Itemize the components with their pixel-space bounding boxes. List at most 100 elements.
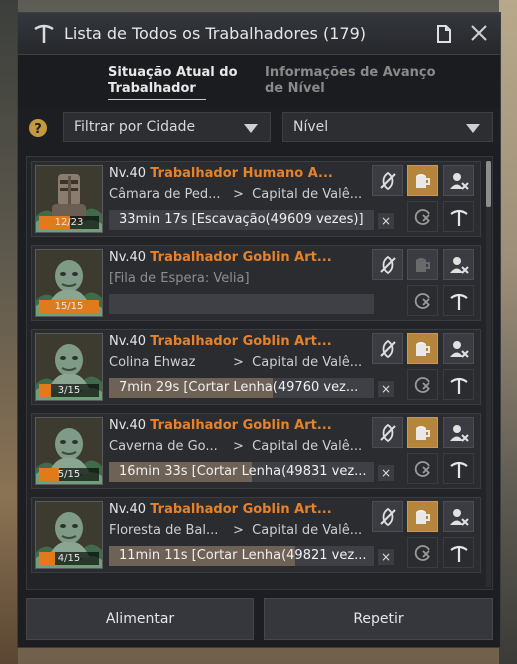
cancel-task-button[interactable]: ×: [378, 465, 394, 481]
route-destination-name: Capital de Valê...: [252, 187, 363, 202]
work-button[interactable]: [443, 453, 474, 484]
pickaxe-icon: [450, 377, 468, 394]
fire-worker-button[interactable]: [443, 333, 474, 364]
feed-button[interactable]: Alimentar: [26, 598, 254, 640]
route-arrow: >: [233, 187, 244, 202]
worker-row[interactable]: 12/23 Nv.40 Trabalhador Humano A... Câma…: [31, 161, 481, 237]
repeat-task-button[interactable]: [407, 369, 438, 400]
route-destination-name: Capital de Valê...: [252, 523, 363, 538]
feed-worker-button[interactable]: [407, 249, 438, 280]
cancel-task-button[interactable]: ×: [378, 381, 394, 397]
task-progress-bar: 33min 17s [Escavação(49609 vezes)]: [109, 210, 374, 230]
help-icon[interactable]: ?: [28, 118, 48, 138]
rest-button[interactable]: [372, 417, 403, 448]
title-bar[interactable]: Lista de Todos os Trabalhadores (179): [18, 13, 500, 55]
stamina-text: 3/15: [57, 385, 81, 396]
repeat-task-button[interactable]: [407, 537, 438, 568]
worker-level: Nv.40: [109, 502, 151, 517]
worker-portrait: 3/15: [35, 333, 103, 401]
work-button[interactable]: [443, 285, 474, 316]
worker-row[interactable]: 3/15 Nv.40 Trabalhador Goblin Art... Col…: [31, 329, 481, 405]
document-icon[interactable]: [434, 24, 454, 44]
stamina-bar-fill: [39, 468, 59, 481]
cancel-task-button[interactable]: ×: [378, 213, 394, 229]
pickaxe-icon: [34, 24, 54, 43]
repeat-button[interactable]: Repetir: [264, 598, 493, 640]
worker-row[interactable]: 4/15 Nv.40 Trabalhador Goblin Art... Flo…: [31, 497, 481, 573]
active-tab-underline: [108, 99, 206, 100]
leaf-off-icon: [380, 339, 396, 359]
beer-mug-icon: [416, 258, 430, 272]
route-destination: [233, 271, 241, 286]
scrollbar[interactable]: [486, 161, 491, 587]
route-destination: > Capital de Valê...: [233, 439, 362, 454]
svg-text:?: ?: [34, 122, 42, 137]
work-button[interactable]: [443, 369, 474, 400]
feed-worker-button[interactable]: [407, 417, 438, 448]
route-arrow: >: [233, 523, 244, 538]
feed-worker-button[interactable]: [407, 501, 438, 532]
stamina-bar-fill: [39, 552, 55, 565]
route-origin: Floresta de Bal...: [109, 523, 219, 538]
scrollbar-thumb[interactable]: [486, 161, 491, 207]
fire-worker-button[interactable]: [443, 417, 474, 448]
stamina-text: 12/23: [54, 217, 84, 228]
leaf-off-icon: [380, 507, 396, 527]
remove-user-icon: [450, 509, 469, 526]
worker-route: Floresta de Bal... > Capital de Valê...: [109, 523, 362, 538]
feed-worker-button[interactable]: [407, 333, 438, 364]
leaf-off-icon: [380, 423, 396, 443]
route-arrow: >: [233, 439, 244, 454]
worker-portrait: 5/15: [35, 417, 103, 485]
fire-worker-button[interactable]: [443, 501, 474, 532]
tab-current-status[interactable]: Situação Atual do Trabalhador: [108, 65, 248, 100]
remove-user-icon: [450, 173, 469, 190]
route-origin: Câmara de Ped...: [109, 187, 221, 202]
pickaxe-icon: [450, 209, 468, 226]
rest-button[interactable]: [372, 501, 403, 532]
close-icon[interactable]: [469, 23, 489, 43]
task-text: 11min 11s [Cortar Lenha(49821 vez...: [119, 548, 367, 563]
worker-list[interactable]: 12/23 Nv.40 Trabalhador Humano A... Câma…: [26, 156, 493, 590]
tab-level-progress[interactable]: Informações de Avanço de Nível: [265, 65, 455, 97]
tab-current-status-label: Situação Atual do Trabalhador: [108, 65, 238, 96]
tab-level-progress-label: Informações de Avanço de Nível: [265, 65, 436, 96]
repeat-task-button[interactable]: [407, 453, 438, 484]
route-destination: > Capital de Valê...: [233, 355, 362, 370]
level-filter-label: Nível: [293, 119, 329, 135]
worker-row[interactable]: 15/15 Nv.40 Trabalhador Goblin Art... [F…: [31, 245, 481, 321]
worker-route: Caverna de Go... > Capital de Valê...: [109, 439, 362, 454]
worker-route: [Fila de Espera: Velia]: [109, 271, 250, 286]
rest-button[interactable]: [372, 333, 403, 364]
remove-user-icon: [450, 257, 469, 274]
fire-worker-button[interactable]: [443, 249, 474, 280]
stamina-badge: 12/23: [39, 216, 99, 229]
worker-row[interactable]: 5/15 Nv.40 Trabalhador Goblin Art... Cav…: [31, 413, 481, 489]
worker-name: Nv.40 Trabalhador Goblin Art...: [109, 334, 332, 349]
task-text: 7min 29s [Cortar Lenha(49760 vez...: [119, 380, 359, 395]
route-arrow: >: [233, 355, 244, 370]
repeat-task-button[interactable]: [407, 285, 438, 316]
feed-worker-button[interactable]: [407, 165, 438, 196]
worker-portrait: 15/15: [35, 249, 103, 317]
worker-level: Nv.40: [109, 250, 151, 265]
worker-name: Nv.40 Trabalhador Goblin Art...: [109, 502, 332, 517]
rest-button[interactable]: [372, 249, 403, 280]
work-button[interactable]: [443, 201, 474, 232]
worker-type: Trabalhador Goblin Art...: [150, 334, 332, 349]
remove-user-icon: [450, 341, 469, 358]
cancel-task-button[interactable]: ×: [378, 549, 394, 565]
repeat-task-button[interactable]: [407, 201, 438, 232]
level-filter-dropdown[interactable]: Nível: [282, 112, 493, 142]
tab-bar: Situação Atual do Trabalhador Informaçõe…: [18, 55, 500, 107]
fire-worker-button[interactable]: [443, 165, 474, 196]
stamina-badge: 3/15: [39, 384, 99, 397]
task-text: 16min 33s [Cortar Lenha(49831 vez...: [119, 464, 367, 479]
repeat-cancel-icon: [414, 293, 430, 309]
worker-level: Nv.40: [109, 166, 151, 181]
beer-mug-icon: [416, 342, 430, 356]
rest-button[interactable]: [372, 165, 403, 196]
city-filter-dropdown[interactable]: Filtrar por Cidade: [63, 112, 271, 142]
filter-bar: ? Filtrar por Cidade Nível: [18, 109, 500, 149]
work-button[interactable]: [443, 537, 474, 568]
